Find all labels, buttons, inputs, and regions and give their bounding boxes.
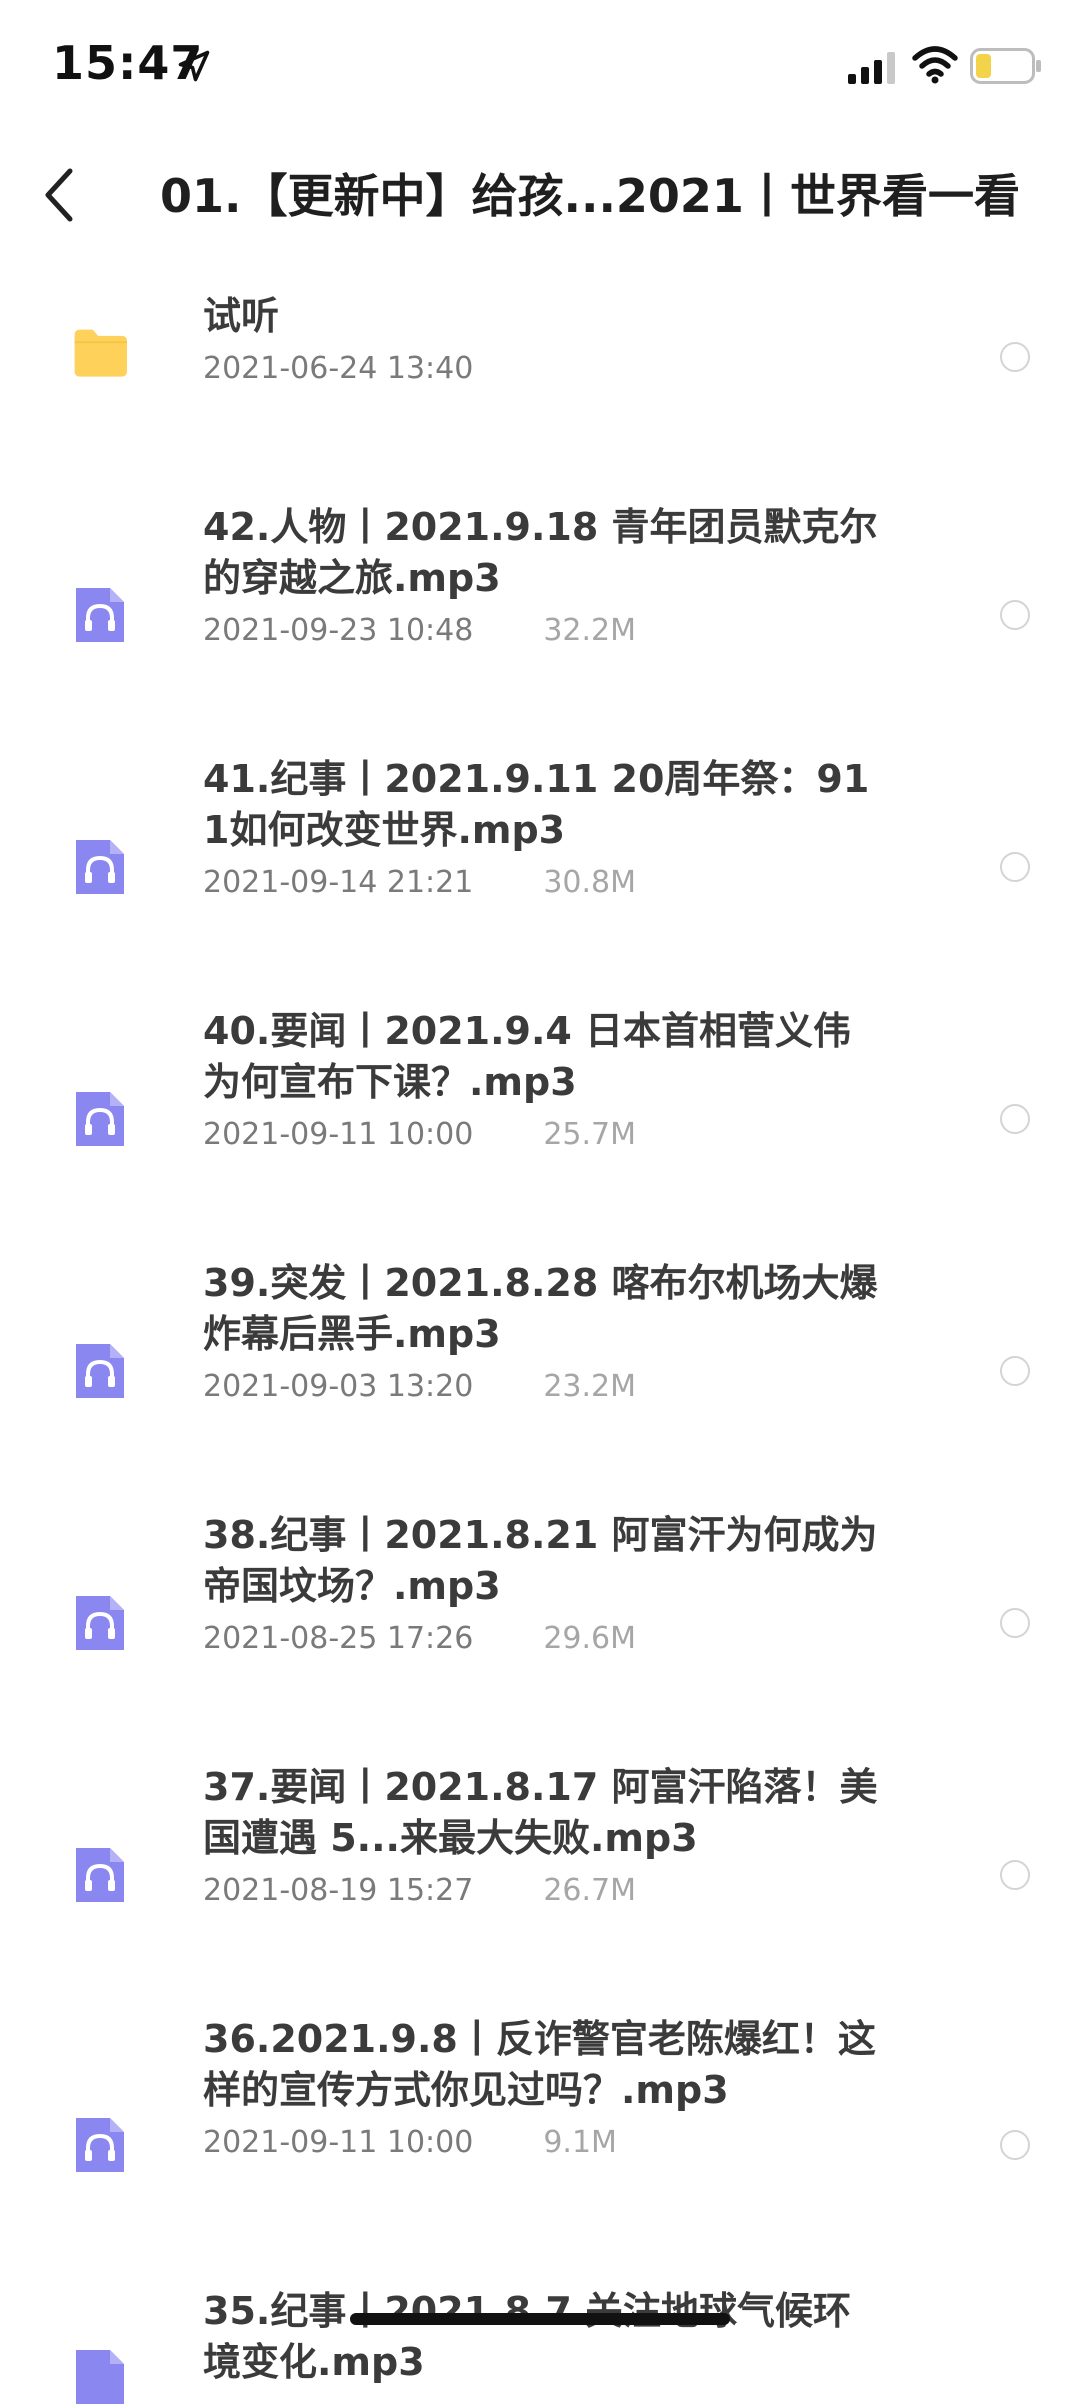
file-date: 2021-08-19 15:27 bbox=[203, 1873, 474, 1908]
file-name: 37.要闻丨2021.8.17 阿富汗陷落！美国遭遇 5...来最大失败.mp3 bbox=[203, 1765, 878, 1860]
file-row[interactable]: 37.要闻丨2021.8.17 阿富汗陷落！美国遭遇 5...来最大失败.mp3… bbox=[0, 1762, 1080, 2014]
select-radio[interactable] bbox=[1000, 1860, 1030, 1890]
file-size: 9.1M bbox=[543, 2125, 617, 2160]
select-radio[interactable] bbox=[1000, 342, 1030, 372]
file-meta: 2021-09-14 21:21 30.8M bbox=[203, 862, 883, 904]
select-radio[interactable] bbox=[1000, 1356, 1030, 1386]
file-row[interactable]: 35.纪事丨2021.8.7 关注地球气候环境变化.mp3 bbox=[0, 2286, 1080, 2406]
select-radio[interactable] bbox=[1000, 600, 1030, 630]
file-size: 25.7M bbox=[543, 1117, 637, 1152]
page-title: 01.【更新中】给孩...2021丨世界看一看 bbox=[160, 169, 1020, 223]
file-date: 2021-08-25 17:26 bbox=[203, 1621, 474, 1656]
file-name: 35.纪事丨2021.8.7 关注地球气候环境变化.mp3 bbox=[203, 2289, 852, 2384]
audio-file-icon bbox=[76, 840, 124, 894]
back-button[interactable] bbox=[24, 150, 94, 240]
file-name: 42.人物丨2021.9.18 青年团员默克尔的穿越之旅.mp3 bbox=[203, 505, 878, 600]
file-size: 32.2M bbox=[543, 613, 637, 648]
folder-row[interactable]: 试听 2021-06-24 13:40 bbox=[0, 268, 1080, 442]
file-row[interactable]: 36.2021.9.8丨反诈警官老陈爆红！这样的宣传方式你见过吗？.mp3 20… bbox=[0, 2014, 1080, 2266]
file-row[interactable]: 41.纪事丨2021.9.11 20周年祭：911如何改变世界.mp3 2021… bbox=[0, 754, 1080, 1006]
audio-file-icon bbox=[76, 1596, 124, 1650]
home-indicator[interactable] bbox=[350, 2313, 730, 2325]
file-date: 2021-09-14 21:21 bbox=[203, 865, 474, 900]
folder-date: 2021-06-24 13:40 bbox=[203, 351, 474, 386]
file-row[interactable]: 38.纪事丨2021.8.21 阿富汗为何成为帝国坟场？.mp3 2021-08… bbox=[0, 1510, 1080, 1762]
wifi-icon bbox=[912, 46, 958, 84]
audio-file-icon bbox=[76, 1092, 124, 1146]
file-name: 38.纪事丨2021.8.21 阿富汗为何成为帝国坟场？.mp3 bbox=[203, 1513, 878, 1608]
file-size: 30.8M bbox=[543, 865, 637, 900]
file-meta: 2021-09-23 10:48 32.2M bbox=[203, 610, 883, 652]
file-row[interactable]: 42.人物丨2021.9.18 青年团员默克尔的穿越之旅.mp3 2021-09… bbox=[0, 502, 1080, 754]
file-meta: 2021-09-11 10:00 25.7M bbox=[203, 1114, 883, 1156]
file-list: 试听 2021-06-24 13:40 42.人物丨2021.9.18 青年团员… bbox=[0, 268, 1080, 2406]
file-size: 23.2M bbox=[543, 1369, 637, 1404]
file-row[interactable]: 39.突发丨2021.8.28 喀布尔机场大爆炸幕后黑手.mp3 2021-09… bbox=[0, 1258, 1080, 1510]
header: 01.【更新中】给孩...2021丨世界看一看 bbox=[0, 130, 1080, 260]
file-meta: 2021-08-25 17:26 29.6M bbox=[203, 1618, 883, 1660]
file-row[interactable]: 40.要闻丨2021.9.4 日本首相菅义伟为何宣布下课？.mp3 2021-0… bbox=[0, 1006, 1080, 1258]
folder-name: 试听 bbox=[203, 294, 280, 338]
file-date: 2021-09-11 10:00 bbox=[203, 2125, 474, 2160]
select-radio[interactable] bbox=[1000, 1104, 1030, 1134]
file-date: 2021-09-03 13:20 bbox=[203, 1369, 474, 1404]
audio-file-icon bbox=[76, 1848, 124, 1902]
audio-file-icon bbox=[76, 2350, 124, 2404]
folder-icon bbox=[74, 329, 127, 377]
chevron-left-icon bbox=[45, 168, 73, 222]
file-meta: 2021-09-03 13:20 23.2M bbox=[203, 1366, 883, 1408]
status-bar: 15:47 bbox=[0, 0, 1080, 130]
file-date: 2021-09-11 10:00 bbox=[203, 1117, 474, 1152]
file-name: 39.突发丨2021.8.28 喀布尔机场大爆炸幕后黑手.mp3 bbox=[203, 1261, 878, 1356]
audio-file-icon bbox=[76, 2118, 124, 2172]
battery-low-icon bbox=[970, 48, 1041, 84]
file-meta: 2021-08-19 15:27 26.7M bbox=[203, 1870, 883, 1912]
file-date: 2021-09-23 10:48 bbox=[203, 613, 474, 648]
location-arrow-icon bbox=[178, 50, 210, 82]
file-name: 36.2021.9.8丨反诈警官老陈爆红！这样的宣传方式你见过吗？.mp3 bbox=[203, 2017, 876, 2112]
select-radio[interactable] bbox=[1000, 1608, 1030, 1638]
file-meta: 2021-09-11 10:00 9.1M bbox=[203, 2122, 883, 2164]
audio-file-icon bbox=[76, 1344, 124, 1398]
file-size: 29.6M bbox=[543, 1621, 637, 1656]
file-name: 41.纪事丨2021.9.11 20周年祭：911如何改变世界.mp3 bbox=[203, 757, 870, 852]
audio-file-icon bbox=[76, 588, 124, 642]
cellular-signal-icon bbox=[848, 52, 895, 84]
select-radio[interactable] bbox=[1000, 852, 1030, 882]
file-name: 40.要闻丨2021.9.4 日本首相菅义伟为何宣布下课？.mp3 bbox=[203, 1009, 852, 1104]
file-size: 26.7M bbox=[543, 1873, 637, 1908]
select-radio[interactable] bbox=[1000, 2130, 1030, 2160]
